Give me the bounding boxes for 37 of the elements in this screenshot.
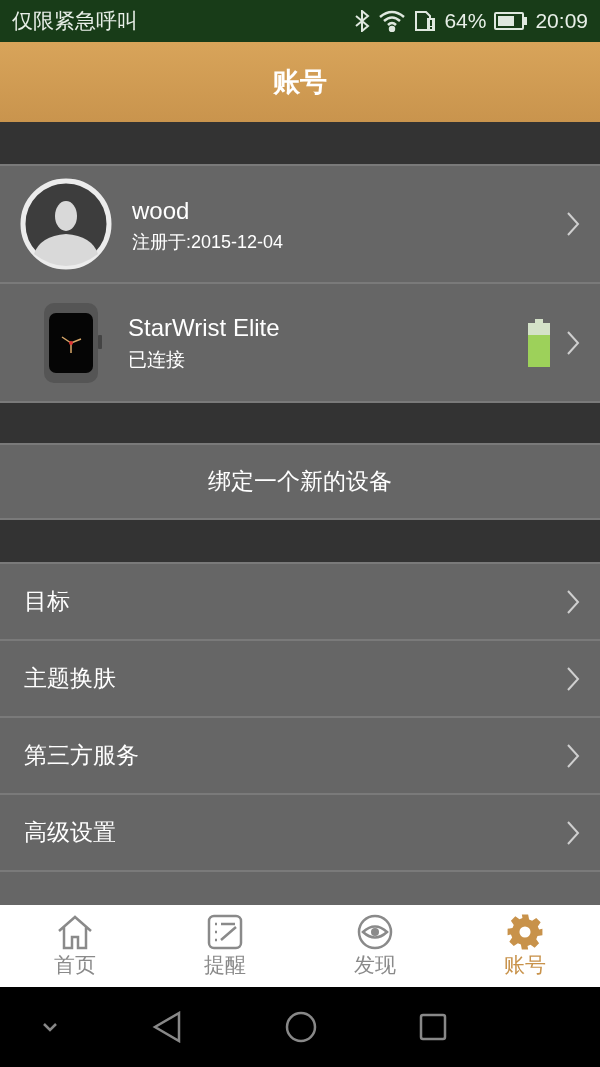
sim-alert-icon [414, 10, 437, 32]
chevron-icon [566, 329, 580, 356]
battery-icon [494, 12, 528, 30]
menu-item[interactable]: 目标 [0, 562, 600, 639]
carrier-text: 仅限紧急呼叫 [12, 8, 138, 35]
home-icon[interactable] [285, 1011, 317, 1043]
back-icon[interactable] [152, 1011, 182, 1043]
registration-date: 注册于:2015-12-04 [132, 230, 284, 254]
clock: 20:09 [535, 8, 588, 35]
eye-icon [356, 913, 394, 951]
chevron-icon [566, 742, 580, 769]
bind-device-button[interactable]: 绑定一个新的设备 [0, 443, 600, 520]
tab[interactable]: 首页 [0, 905, 150, 987]
gear-icon [506, 913, 544, 951]
recents-icon[interactable] [419, 1013, 447, 1041]
chevron-icon [566, 665, 580, 692]
connection-status: 已连接 [128, 348, 186, 373]
menu-item[interactable]: 第三方服务 [0, 716, 600, 793]
menu-item[interactable]: 主题换肤 [0, 639, 600, 716]
device-row[interactable]: StarWrist Elite 已连接 [0, 282, 600, 401]
bluetooth-icon [354, 10, 371, 32]
chevron-icon [566, 588, 580, 615]
device-name: StarWrist Elite [128, 313, 280, 344]
page-title: 账号 [273, 65, 327, 99]
home-icon [56, 913, 94, 951]
profile-row[interactable]: wood 注册于:2015-12-04 [0, 164, 600, 282]
collapse-icon[interactable] [42, 1022, 58, 1032]
tab[interactable]: 发现 [300, 905, 450, 987]
tab[interactable]: 提醒 [150, 905, 300, 987]
battery-level-icon [528, 318, 550, 367]
chevron-icon [566, 211, 580, 237]
battery-percent: 64% [444, 8, 487, 35]
notepad-icon [206, 913, 244, 951]
chevron-icon [566, 819, 580, 846]
menu-item[interactable]: 高级设置 [0, 793, 600, 870]
wifi-icon [378, 10, 407, 32]
user-name: wood [132, 195, 191, 226]
